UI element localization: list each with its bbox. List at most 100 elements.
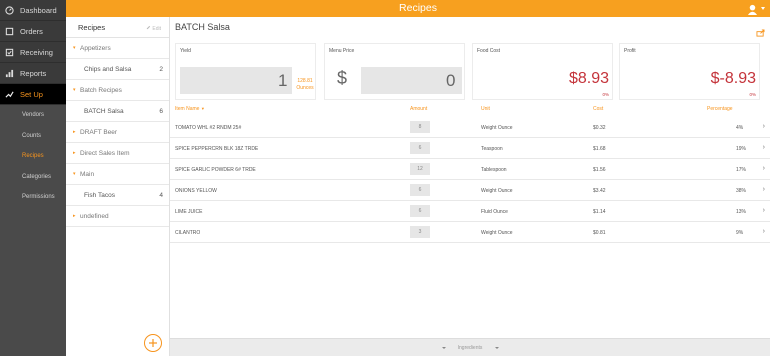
footer-label[interactable]: Ingredients xyxy=(170,345,770,351)
chevron-down-icon[interactable] xyxy=(761,7,765,10)
nav-label: Receiving xyxy=(20,47,53,57)
amount-input[interactable]: 6 xyxy=(410,205,430,217)
ingredient-cost: $0.32 xyxy=(593,125,606,131)
chevron-right-icon[interactable]: › xyxy=(763,165,765,172)
ingredient-cost: $3.42 xyxy=(593,188,606,194)
category-item[interactable]: ▸ Direct Sales Item xyxy=(66,143,169,164)
subnav-permissions[interactable]: Permissions xyxy=(0,187,66,208)
ingredient-percentage: 38% xyxy=(736,188,747,194)
recipe-label: Chips and Salsa xyxy=(84,65,132,73)
yield-unit-name: Ounces xyxy=(296,85,314,91)
amount-input[interactable]: 3 xyxy=(410,226,430,238)
category-item[interactable]: ▾ Batch Recipes xyxy=(66,80,169,101)
food-cost-value: $8.93 xyxy=(568,70,609,87)
table-row[interactable]: TOMATO WHL #2 RNDM 25# Weight Ounce $0.32 4… xyxy=(170,117,770,138)
category-label: undefined xyxy=(80,212,109,220)
profit-percent: 0% xyxy=(749,92,756,97)
category-item[interactable]: ▾ Appetizers xyxy=(66,38,169,59)
ingredient-cost: $1.56 xyxy=(593,167,606,173)
ingredient-unit: Weight Ounce xyxy=(481,188,513,194)
recipe-item[interactable]: Chips and Salsa 2 xyxy=(66,59,169,80)
nav-item-setup[interactable]: Set Up xyxy=(0,84,66,105)
chevron-right-icon[interactable]: › xyxy=(763,207,765,214)
ingredient-name: SPICE PEPPERCRN BLK 18Z TRDE xyxy=(175,146,259,152)
chevron-right-icon[interactable]: › xyxy=(763,186,765,193)
category-label: Batch Recipes xyxy=(80,86,122,94)
table-row[interactable]: ONIONS YELLOW Weight Ounce $3.42 38% 6 › xyxy=(170,180,770,201)
table-row[interactable]: SPICE GARLIC POWDER 6# TRDE Tablespoon $1.… xyxy=(170,159,770,180)
ingredient-cost: $0.81 xyxy=(593,230,606,236)
recipe-count: 4 xyxy=(159,191,163,199)
chevron-down-icon[interactable] xyxy=(495,347,499,349)
category-label: Main xyxy=(80,170,95,178)
recipe-detail: BATCH Salsa Yield 1 128.81 Ounces Menu P… xyxy=(170,17,770,356)
recipe-item[interactable]: BATCH Salsa 6 xyxy=(66,101,169,122)
category-label: Appetizers xyxy=(80,44,111,52)
subnav-categories[interactable]: Categories xyxy=(0,167,66,188)
amount-input[interactable]: 12 xyxy=(410,163,430,175)
setup-submenu: Vendors Counts Recipes Categories Permis… xyxy=(0,105,66,208)
setup-icon xyxy=(4,89,14,99)
edit-button[interactable]: Edit xyxy=(146,25,161,32)
ingredient-name: TOMATO WHL #2 RNDM 25# xyxy=(175,125,242,131)
column-header-amount[interactable]: Amount xyxy=(410,106,427,112)
menu-price-card: Menu Price $ 0 xyxy=(324,43,465,100)
yield-unit-amount: 128.81 xyxy=(297,78,313,84)
nav-filler xyxy=(0,207,66,356)
menu-price-value: 0 xyxy=(446,71,456,90)
subnav-recipes[interactable]: Recipes xyxy=(0,146,66,167)
chevron-right-icon[interactable]: › xyxy=(763,123,765,130)
recipe-count: 2 xyxy=(159,65,163,73)
ingredient-percentage: 17% xyxy=(736,167,747,173)
recipe-list: ▾ Appetizers Chips and Salsa 2 ▾ Batch Recipe… xyxy=(66,38,169,227)
recipe-item[interactable]: Fish Tacos 4 xyxy=(66,185,169,206)
ingredient-percentage: 19% xyxy=(736,146,747,152)
ingredient-unit: Weight Ounce xyxy=(481,125,513,131)
nav-label: Orders xyxy=(20,26,43,36)
category-label: DRAFT Beer xyxy=(80,128,118,136)
category-item[interactable]: ▾ Main xyxy=(66,164,169,185)
main-nav: Dashboard Orders Receiving Reports Set U… xyxy=(0,0,66,356)
column-header-name[interactable]: Item Name ▼ xyxy=(175,106,205,112)
recipe-title: BATCH Salsa xyxy=(175,22,230,32)
yield-card: Yield 1 128.81 Ounces xyxy=(175,43,316,100)
ingredient-unit: Fluid Ounce xyxy=(481,209,508,215)
table-row[interactable]: SPICE PEPPERCRN BLK 18Z TRDE Teaspoon $1.6… xyxy=(170,138,770,159)
amount-input[interactable]: 6 xyxy=(410,142,430,154)
column-header-name-label: Item Name xyxy=(175,106,200,112)
ingredient-cost: $1.14 xyxy=(593,209,606,215)
ingredients-table: TOMATO WHL #2 RNDM 25# Weight Ounce $0.32 4… xyxy=(170,117,770,243)
category-label: Direct Sales Item xyxy=(80,149,130,157)
nav-item-reports[interactable]: Reports xyxy=(0,63,66,84)
category-item[interactable]: ▸ DRAFT Beer xyxy=(66,122,169,143)
nav-label: Dashboard xyxy=(20,5,57,15)
table-row[interactable]: LIME JUICE Fluid Ounce $1.14 13% 6 › xyxy=(170,201,770,222)
sort-down-icon: ▼ xyxy=(200,106,205,111)
profit-value: $-8.93 xyxy=(710,70,756,87)
recipes-panel: Recipes Edit ▾ Appetizers Chips and Salsa 2… xyxy=(66,17,170,356)
food-cost-card: Food Cost $8.93 0% xyxy=(472,43,613,100)
profit-label: Profit xyxy=(624,48,636,54)
chevron-right-icon[interactable]: › xyxy=(763,144,765,151)
export-icon[interactable] xyxy=(756,24,765,42)
yield-input[interactable] xyxy=(180,67,292,94)
subnav-counts[interactable]: Counts xyxy=(0,126,66,147)
column-header-unit[interactable]: Unit xyxy=(481,106,490,112)
nav-item-orders[interactable]: Orders xyxy=(0,21,66,42)
nav-item-dashboard[interactable]: Dashboard xyxy=(0,0,66,21)
recipes-panel-title: Recipes xyxy=(78,23,106,32)
food-cost-label: Food Cost xyxy=(477,48,501,54)
table-row[interactable]: CILANTRO Weight Ounce $0.81 9% 3 › xyxy=(170,222,770,243)
add-recipe-button[interactable] xyxy=(144,334,162,352)
yield-label: Yield xyxy=(180,48,191,54)
subnav-vendors[interactable]: Vendors xyxy=(0,105,66,126)
menu-price-label: Menu Price xyxy=(329,48,355,54)
column-header-percentage[interactable]: Percentage xyxy=(707,106,733,112)
amount-input[interactable]: 8 xyxy=(410,121,430,133)
nav-item-receiving[interactable]: Receiving xyxy=(0,42,66,63)
currency-symbol: $ xyxy=(337,68,348,88)
amount-input[interactable]: 6 xyxy=(410,184,430,196)
category-item[interactable]: ▸ undefined xyxy=(66,206,169,227)
column-header-cost[interactable]: Cost xyxy=(593,106,603,112)
chevron-right-icon[interactable]: › xyxy=(763,228,765,235)
